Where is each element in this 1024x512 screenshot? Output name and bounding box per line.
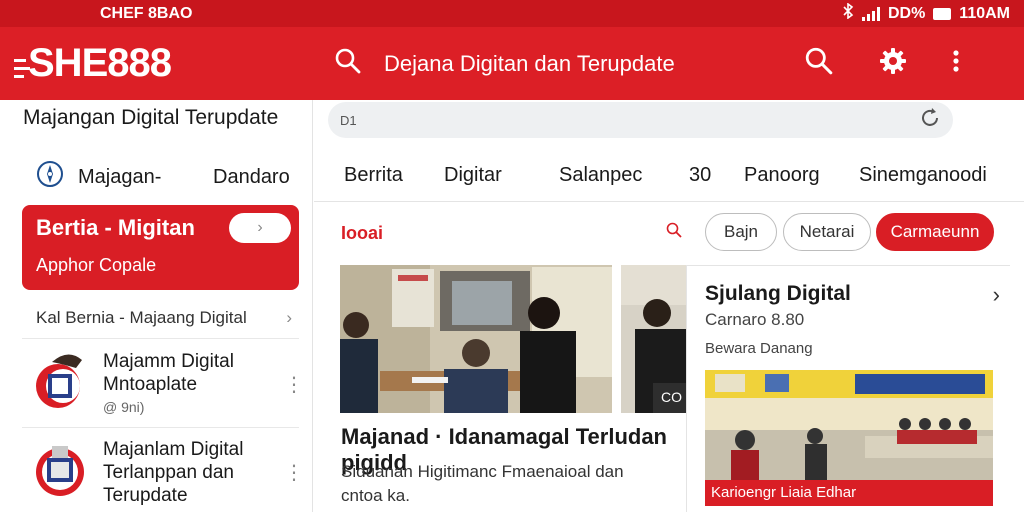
sidebar-title: Majangan Digital Terupdate [23,106,279,129]
logo[interactable]: SHE888 [0,41,320,86]
refresh-icon[interactable] [919,107,941,134]
sidebar-tabs: Majagan- Dandaro [36,160,296,194]
list-item[interactable]: Majanlam Digital Terlanppan dan Terupdat… [32,438,304,507]
feature-card-photo[interactable] [705,370,993,480]
divider [22,338,299,339]
avatar [32,438,87,496]
gear-icon[interactable] [878,46,908,81]
chip-netarai[interactable]: Netarai [783,213,871,251]
promo-subtitle: Apphor Copale [36,255,157,275]
logo-speed-lines [14,59,30,78]
list-item-meta: @ 9ni) [103,399,145,415]
list-item[interactable]: Majamm Digital Mntoaplate @ 9ni) ⋮ [32,350,304,419]
breadcrumb[interactable]: Kal Bernia - Majaang Digital › [36,308,292,328]
search-input[interactable]: D1 [328,102,953,138]
battery-icon [933,7,952,20]
divider [22,427,299,428]
more-vert-icon[interactable]: ⋮ [284,372,304,419]
feature-card[interactable]: Sjulang Digital › Carnaro 8.80 Bewara Da… [686,265,1010,512]
appbar-search-area[interactable]: Dejana Digitan dan Terupdate [320,47,790,80]
promo-toggle-button[interactable]: › [229,213,291,243]
breadcrumb-label: Kal Bernia - Majaang Digital [36,308,247,327]
status-bar: CHEF 8BAO DD% 110AM [0,0,1024,27]
bluetooth-icon [842,2,854,24]
more-vert-icon[interactable]: ⋮ [284,460,304,507]
search-input-label: D1 [340,112,357,128]
news-subtext: Siduanan Higitimanc Fmaenaioal dan cntoa… [341,462,624,505]
sidebar-tab-majagan[interactable]: Majagan- [78,166,213,189]
sidebar: Majangan Digital Terupdate Majagan- Dand… [8,100,313,512]
promo-card[interactable]: Bertia - Migitan Apphor Copale › [22,205,299,290]
appbar-actions [804,46,960,81]
list-item-body: Majamm Digital Mntoaplate @ 9ni) [103,350,284,419]
avatar [32,350,87,408]
list-item-body: Majanlam Digital Terlanppan dan Terupdat… [103,438,284,507]
chevron-right-icon[interactable]: › [993,282,1000,308]
feature-card-body: Bewara Danang [705,340,813,357]
tab-digitar[interactable]: Digitar [444,164,502,187]
compass-icon [36,160,64,194]
tab-30[interactable]: 30 [689,164,711,187]
status-indicators: DD% 110AM [842,2,1010,24]
chevron-right-icon: › [286,308,292,327]
feature-card-subtitle: Carnaro 8.80 [705,310,805,329]
main-content: D1 Berrita Digitar Salanpec 30 Panoorg S… [314,100,1024,512]
tab-panoorg[interactable]: Panoorg [744,164,820,187]
list-item-title: Majanlam Digital Terlanppan dan Terupdat… [103,439,244,506]
news-photo[interactable] [340,265,612,413]
chip-bajn[interactable]: Bajn [705,213,777,251]
search-icon[interactable] [804,46,834,81]
search-icon[interactable] [666,222,682,243]
chip-carmaeunn[interactable]: Carmaeunn [876,213,994,251]
battery-percent: DD% [887,4,926,22]
logo-text: SHE888 [28,41,172,85]
category-tabs: Berrita Digitar Salanpec 30 Panoorg Sine… [314,148,1024,202]
appbar-title: Dejana Digitan dan Terupdate [384,50,675,76]
feature-card-title: Sjulang Digital [705,282,851,305]
more-vert-icon[interactable] [952,49,960,78]
sidebar-tab-dandaro[interactable]: Dandaro [213,166,290,189]
tab-salanpec[interactable]: Salanpec [559,164,642,187]
signal-icon [861,6,880,21]
search-icon[interactable] [334,47,362,80]
tab-berrita[interactable]: Berrita [344,164,403,187]
chevron-right-icon: › [257,219,263,236]
section-label: Iooai [341,223,384,243]
app-bar: SHE888 Dejana Digitan dan Terupdate [0,27,1024,100]
tab-sinemganoodi[interactable]: Sinemganoodi [859,164,987,187]
clock: 110AM [959,4,1010,22]
carrier-label: CHEF 8BAO [100,4,193,22]
feature-card-caption: Karioengr Liaia Edhar [705,480,993,506]
photo-badge: CO [661,389,682,405]
list-item-title: Majamm Digital Mntoaplate [103,351,234,395]
news-photo-secondary[interactable]: CO [621,265,686,413]
